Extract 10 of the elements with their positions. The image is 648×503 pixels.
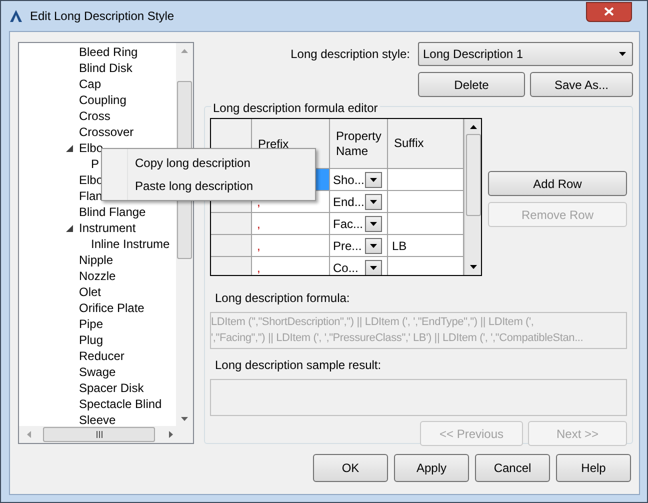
sample-label: Long description sample result:	[215, 357, 382, 374]
table-cell: ,	[252, 235, 330, 256]
style-label: Long description style:	[290, 46, 410, 63]
formula-label: Long description formula:	[215, 290, 351, 307]
window-title: Edit Long Description Style	[30, 8, 174, 25]
formula-text: LDItem ('',"ShortDescription",'') || LDItem (', ',"EndType",'') || LDItem (',	[211, 315, 535, 330]
table-cell: LB	[388, 235, 464, 256]
table-cell: ,	[252, 213, 330, 234]
table-cell: ,	[252, 257, 330, 275]
formula-text: ',"Facing",'') || LDItem (', ',"PressureClass",' LB') || LDItem (', ',"CompatibleStan...	[211, 331, 584, 346]
